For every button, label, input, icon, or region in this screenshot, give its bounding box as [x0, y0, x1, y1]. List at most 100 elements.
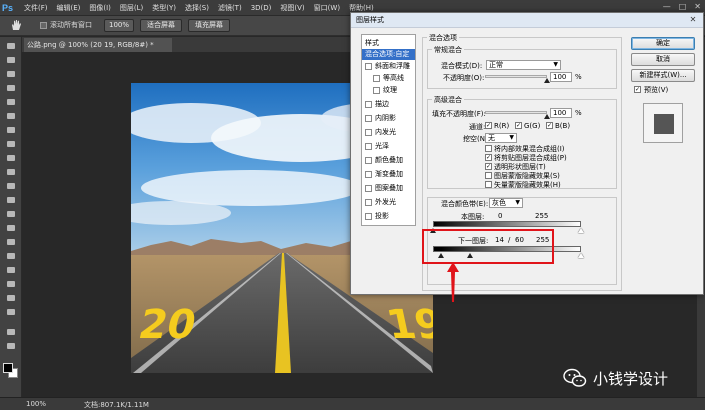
blend-clipped-layers-checkbox[interactable]: ✓	[485, 154, 492, 161]
brush-tool-icon[interactable]	[5, 139, 17, 149]
zoom-100-button[interactable]: 100%	[104, 19, 134, 32]
healing-tool-icon[interactable]	[5, 125, 17, 135]
style-satin[interactable]: 光泽	[362, 141, 415, 152]
hand-tool-icon[interactable]	[10, 19, 22, 31]
maximize-icon[interactable]: □	[679, 2, 687, 11]
gradient-tool-icon[interactable]	[5, 195, 17, 205]
blend-if-select[interactable]: 灰色 ▼	[489, 198, 523, 208]
hand-tool-icon[interactable]	[5, 293, 17, 303]
minimize-icon[interactable]: —	[663, 2, 671, 11]
fill-screen-button[interactable]: 填充屏幕	[188, 19, 230, 32]
knockout-select[interactable]: 无 ▼	[485, 133, 517, 143]
menu-file[interactable]: 文件(F)	[24, 0, 48, 16]
style-pattern-overlay[interactable]: 图案叠加	[362, 183, 415, 194]
path-select-tool-icon[interactable]	[5, 265, 17, 275]
default-colors-icon[interactable]	[5, 341, 17, 351]
menu-layer[interactable]: 图层(L)	[120, 0, 143, 16]
menu-filter[interactable]: 滤镜(T)	[218, 0, 242, 16]
opacity-input[interactable]: 100	[550, 72, 572, 82]
ok-button[interactable]: 确定	[631, 37, 695, 50]
fill-opacity-slider[interactable]	[485, 111, 547, 114]
foreground-color-swatch[interactable]	[3, 363, 13, 373]
style-contour[interactable]: 等高线	[362, 73, 415, 84]
close-icon[interactable]: ✕	[687, 14, 699, 25]
cancel-button[interactable]: 取消	[631, 53, 695, 66]
pen-tool-icon[interactable]	[5, 237, 17, 247]
shape-tool-icon[interactable]	[5, 279, 17, 289]
style-checkbox[interactable]	[365, 157, 372, 164]
style-label: 纹理	[383, 86, 397, 94]
style-blending-options[interactable]: 混合选项:自定	[362, 49, 415, 60]
style-label: 投影	[375, 212, 389, 220]
style-inner-shadow[interactable]: 内阴影	[362, 113, 415, 124]
style-checkbox[interactable]	[373, 75, 380, 82]
style-checkbox[interactable]	[365, 129, 372, 136]
menu-window[interactable]: 窗口(W)	[314, 0, 340, 16]
style-checkbox[interactable]	[365, 199, 372, 206]
zoom-tool-icon[interactable]	[5, 307, 17, 317]
style-checkbox[interactable]	[365, 101, 372, 108]
vector-mask-hides-checkbox[interactable]	[485, 181, 492, 188]
blend-mode-label: 混合模式(D):	[441, 62, 483, 70]
edit-toolbar-icon[interactable]	[5, 327, 17, 337]
move-tool-icon[interactable]	[5, 41, 17, 51]
close-icon[interactable]: ✕	[694, 2, 701, 11]
transparency-shapes-checkbox[interactable]: ✓	[485, 163, 492, 170]
layer-mask-hides-checkbox[interactable]	[485, 172, 492, 179]
channel-g-label: G(G)	[524, 122, 541, 130]
style-checkbox[interactable]	[365, 115, 372, 122]
menu-edit[interactable]: 编辑(E)	[57, 0, 81, 16]
fill-opacity-input[interactable]: 100	[550, 108, 572, 118]
clone-stamp-tool-icon[interactable]	[5, 153, 17, 163]
this-layer-high: 255	[535, 212, 549, 220]
style-checkbox[interactable]	[365, 185, 372, 192]
channel-b-checkbox[interactable]: ✓	[546, 122, 553, 129]
style-gradient-overlay[interactable]: 渐变叠加	[362, 169, 415, 180]
dodge-tool-icon[interactable]	[5, 223, 17, 233]
menu-view[interactable]: 视图(V)	[280, 0, 304, 16]
dialog-titlebar[interactable]: 图层样式 ✕	[351, 13, 703, 28]
style-checkbox[interactable]	[365, 143, 372, 150]
menu-3d[interactable]: 3D(D)	[251, 0, 272, 16]
crop-tool-icon[interactable]	[5, 97, 17, 107]
channel-r-checkbox[interactable]: ✓	[485, 122, 492, 129]
eraser-tool-icon[interactable]	[5, 181, 17, 191]
style-checkbox[interactable]	[373, 87, 380, 94]
history-brush-tool-icon[interactable]	[5, 167, 17, 177]
style-stroke[interactable]: 描边	[362, 99, 415, 110]
blend-interior-effects-checkbox[interactable]	[485, 145, 492, 152]
quick-select-tool-icon[interactable]	[5, 83, 17, 93]
blend-mode-select[interactable]: 正常 ▼	[486, 60, 561, 70]
fit-screen-button[interactable]: 适合屏幕	[140, 19, 182, 32]
style-checkbox[interactable]	[365, 63, 372, 70]
this-layer-white-slider[interactable]	[578, 228, 584, 233]
preview-checkbox[interactable]: ✓	[634, 86, 641, 93]
scroll-all-windows-checkbox[interactable]	[40, 22, 47, 29]
blur-tool-icon[interactable]	[5, 209, 17, 219]
style-texture[interactable]: 纹理	[362, 85, 415, 96]
this-layer-gradient[interactable]	[433, 221, 581, 227]
style-inner-glow[interactable]: 内发光	[362, 127, 415, 138]
style-checkbox[interactable]	[365, 171, 372, 178]
lasso-tool-icon[interactable]	[5, 69, 17, 79]
styles-list: 样式 混合选项:自定 斜面和浮雕 等高线 纹理 描边 内阴影 内发光 光泽 颜色…	[361, 34, 416, 226]
style-checkbox[interactable]	[365, 213, 372, 220]
style-drop-shadow[interactable]: 投影	[362, 211, 415, 222]
underlying-white-slider[interactable]	[578, 253, 584, 258]
style-color-overlay[interactable]: 颜色叠加	[362, 155, 415, 166]
menu-select[interactable]: 选择(S)	[185, 0, 209, 16]
blend-mode-value: 正常	[489, 61, 503, 69]
channel-g-checkbox[interactable]: ✓	[515, 122, 522, 129]
menu-type[interactable]: 类型(Y)	[152, 0, 176, 16]
opacity-slider[interactable]	[485, 75, 547, 78]
new-style-button[interactable]: 新建样式(W)...	[631, 69, 695, 82]
menu-image[interactable]: 图像(I)	[89, 0, 111, 16]
document-tab[interactable]: 公路.png @ 100% (20 19, RGB/8#) *	[24, 38, 172, 52]
style-outer-glow[interactable]: 外发光	[362, 197, 415, 208]
style-bevel-emboss[interactable]: 斜面和浮雕	[362, 61, 415, 72]
type-tool-icon[interactable]	[5, 251, 17, 261]
eyedropper-tool-icon[interactable]	[5, 111, 17, 121]
status-doc-info[interactable]: 文档:807.1K/1.11M	[84, 400, 149, 410]
status-zoom[interactable]: 100%	[26, 400, 46, 408]
marquee-tool-icon[interactable]	[5, 55, 17, 65]
